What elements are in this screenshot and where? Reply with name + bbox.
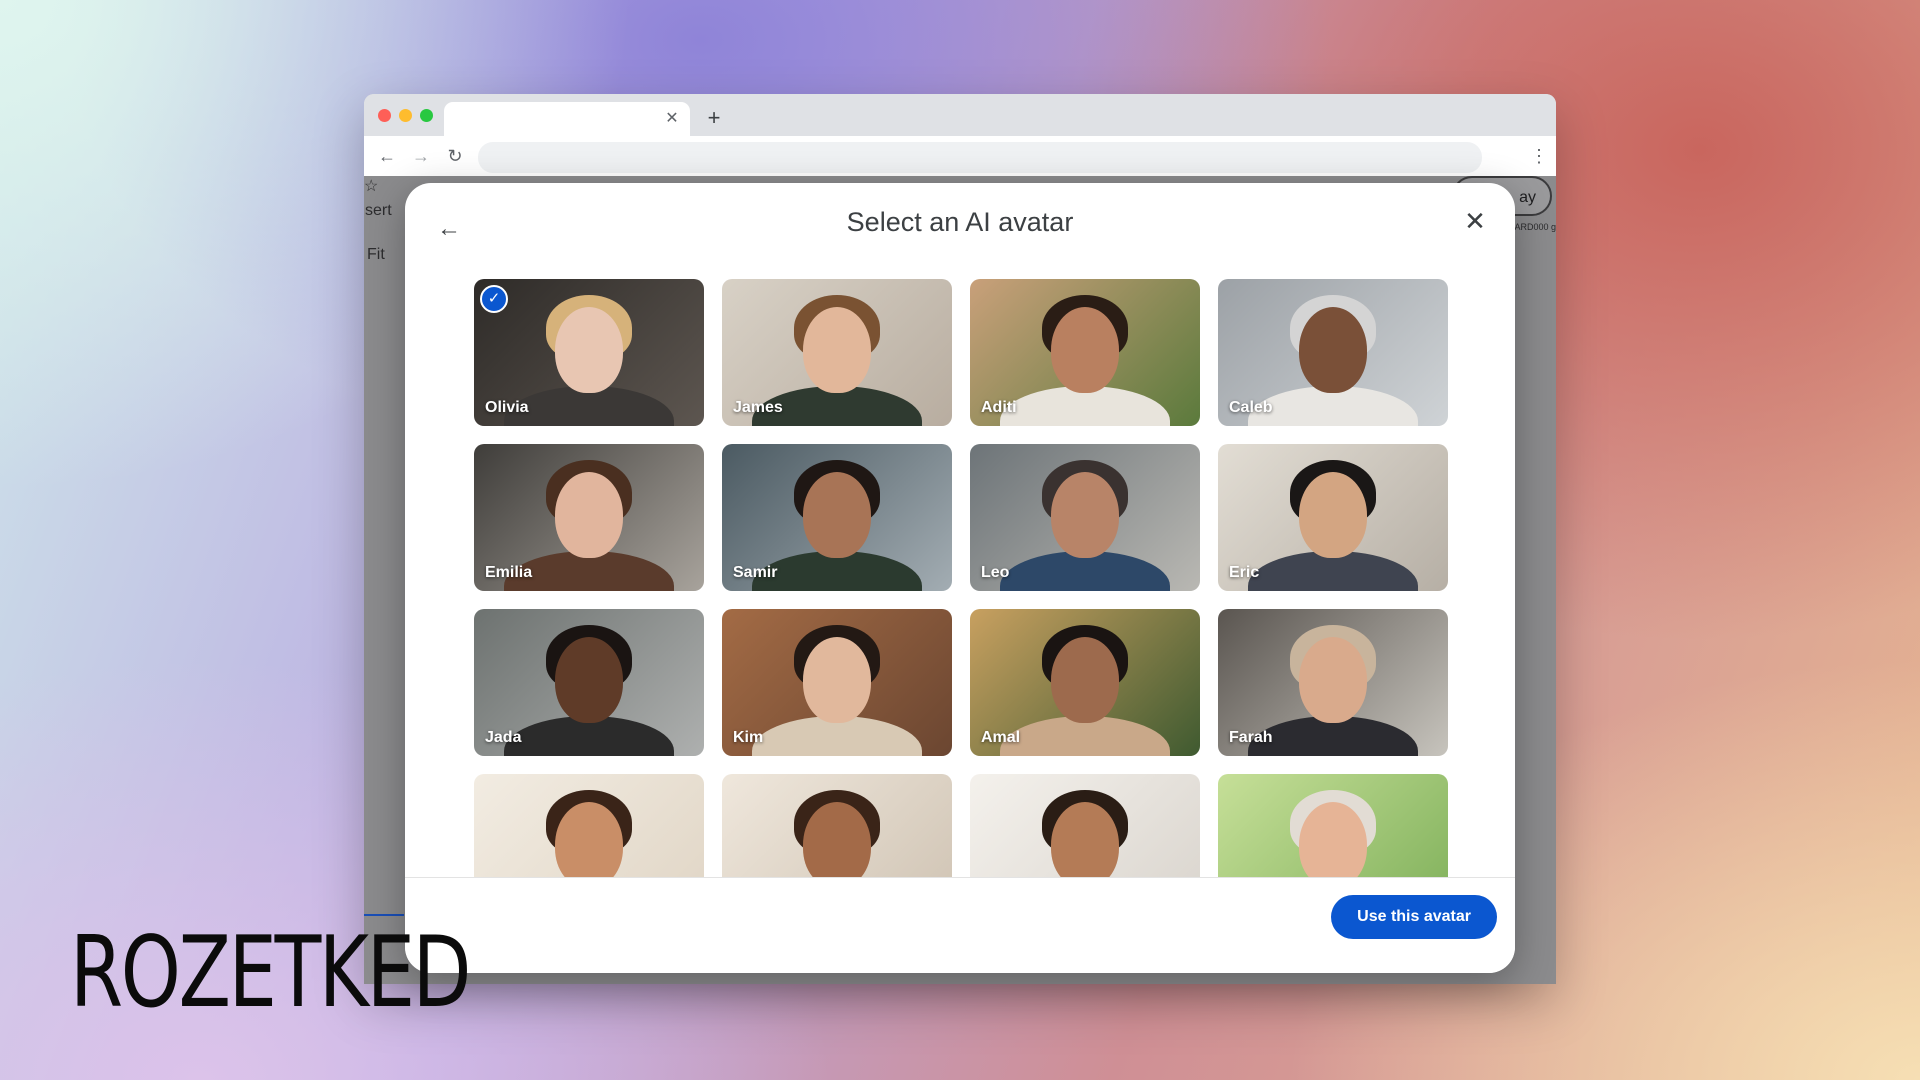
avatar-card[interactable]: Amal [970,609,1200,756]
avatar-card[interactable]: Caleb [1218,279,1448,426]
avatar-face [1051,637,1119,723]
avatar-card[interactable]: Farah [1218,609,1448,756]
avatar-grid: Olivia ✓ James Aditi Caleb Emilia Samir Leo Eric… [474,279,1448,878]
avatar-name: Eric [1229,564,1260,581]
plus-icon[interactable]: + [700,104,728,132]
avatar-face [555,307,623,393]
avatar-name: Farah [1229,729,1273,746]
avatar-name: Samir [733,564,778,581]
avatar-card[interactable] [1218,774,1448,878]
avatar-picker-dialog: ← Select an AI avatar ✕ Olivia ✓ James Adit… [405,183,1515,973]
dialog-title: Select an AI avatar [846,207,1074,237]
avatar-face [1051,307,1119,393]
avatar-face [555,637,623,723]
avatar-card[interactable]: Leo [970,444,1200,591]
avatar-card[interactable]: Samir [722,444,952,591]
close-icon[interactable]: ✕ [662,109,682,129]
back-arrow-icon[interactable]: ← [374,143,400,169]
kebab-menu-icon[interactable]: ⋮ [1530,144,1548,170]
fit-label: Fit [367,246,385,263]
window-minimize-dot[interactable] [399,109,412,122]
avatar-name: Jada [485,729,522,746]
avatar-name: Kim [733,729,764,746]
avatar-name: Caleb [1229,399,1273,416]
window-close-dot[interactable] [378,109,391,122]
avatar-face [1299,802,1367,878]
avatar-face [803,637,871,723]
avatar-card[interactable]: Kim [722,609,952,756]
avatar-face [555,802,623,878]
use-this-avatar-button[interactable]: Use this avatar [1331,895,1497,939]
forward-arrow-icon[interactable]: → [408,143,434,169]
reload-icon[interactable]: ↻ [442,143,468,169]
avatar-face [803,307,871,393]
avatar-card[interactable]: Emilia [474,444,704,591]
window-zoom-dot[interactable] [420,109,433,122]
avatar-card[interactable]: Jada [474,609,704,756]
avatar-face [1051,472,1119,558]
avatar-face [803,802,871,878]
avatar-face [803,472,871,558]
avatar-card[interactable] [970,774,1200,878]
avatar-card[interactable]: Olivia ✓ [474,279,704,426]
avatar-grid-scroll[interactable]: Olivia ✓ James Aditi Caleb Emilia Samir Leo Eric… [405,279,1515,878]
dialog-footer: Use this avatar [405,877,1515,973]
avatar-face [1299,637,1367,723]
browser-titlebar: ✕ + [364,94,1556,136]
avatar-face [1299,307,1367,393]
avatar-name: Aditi [981,399,1017,416]
avatar-name: James [733,399,783,416]
avatar-face [555,472,623,558]
address-bar[interactable] [478,142,1482,173]
avatar-card[interactable]: Aditi [970,279,1200,426]
avatar-card[interactable] [474,774,704,878]
avatar-face [1299,472,1367,558]
avatar-card[interactable] [722,774,952,878]
avatar-name: Amal [981,729,1021,746]
avatar-name: Emilia [485,564,533,581]
insert-menu-label: sert [365,202,392,219]
rozetked-logo: ROZETKED [70,916,472,1030]
background-small-text: ARD000 g [1514,222,1556,232]
close-icon[interactable]: ✕ [1457,203,1493,239]
avatar-name: Olivia [485,399,529,416]
browser-tab[interactable]: ✕ [444,102,690,136]
avatar-card[interactable]: James [722,279,952,426]
avatar-face [1051,802,1119,878]
star-icon: ☆ [364,178,379,195]
checkmark-icon: ✓ [480,285,508,313]
browser-toolbar: ← → ↻ ⋮ [364,136,1556,176]
avatar-card[interactable]: Eric [1218,444,1448,591]
avatar-name: Leo [981,564,1010,581]
